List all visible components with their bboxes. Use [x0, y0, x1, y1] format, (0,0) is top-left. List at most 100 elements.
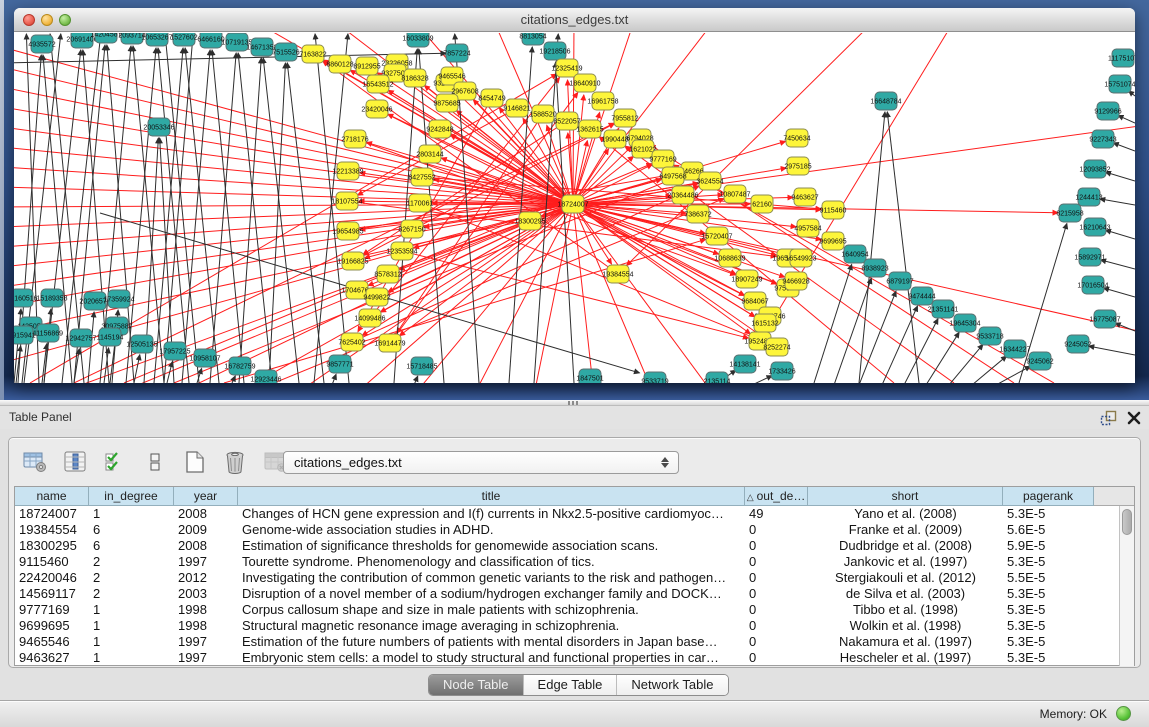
table-row[interactable]: 911546021997Tourette syndrome. Phenomeno… [15, 554, 1119, 570]
graph-edge [134, 355, 140, 383]
table-row[interactable]: 1456911722003Disruption of a novel membe… [15, 586, 1119, 602]
graph-node-label: 17359924 [103, 297, 134, 304]
tab-node-table[interactable]: Node Table [429, 675, 523, 695]
table-row[interactable]: 946362711997Embryonic stem cells: a mode… [15, 650, 1119, 666]
table-cell: Jankovic et al. (1997) [808, 554, 1003, 570]
graph-edge [972, 356, 1007, 383]
graph-edge [1089, 346, 1135, 355]
graph-node-label: 1640954 [841, 252, 868, 259]
graph-node-label: 16210643 [1079, 225, 1110, 232]
column-header-out_de[interactable]: △out_de… [745, 487, 808, 506]
close-panel-icon[interactable] [1126, 410, 1142, 426]
graph-edge [212, 50, 244, 383]
graph-node-label: 1990448 [601, 137, 628, 144]
graph-node-label: 4957584 [794, 226, 821, 233]
graph-node-label: 9684067 [741, 299, 768, 306]
splitter-handle-icon[interactable] [568, 401, 580, 405]
table-row[interactable]: 1938455462009Genome-wide association stu… [15, 522, 1119, 538]
graph-node-label: 12505135 [126, 342, 157, 349]
table-cell: 5.6E-5 [1003, 522, 1094, 538]
graph-node-label: 62160 [752, 202, 772, 209]
trash-icon[interactable] [222, 449, 248, 475]
graph-node-label: 8215958 [1056, 211, 1083, 218]
table-cell: Franke et al. (2009) [808, 522, 1003, 538]
column-header-pagerank[interactable]: pagerank [1003, 487, 1094, 506]
table-cell: Embryonic stem cells: a model to study s… [238, 650, 745, 666]
memory-status-indicator[interactable] [1116, 706, 1131, 721]
table-row[interactable]: 1872400712008Changes of HCN gene express… [15, 506, 1119, 522]
graph-node-label: 7625402 [338, 340, 365, 347]
graph-node-label: 19384554 [602, 272, 633, 279]
window-title-bar[interactable]: citations_edges.txt [14, 8, 1135, 32]
close-window-button[interactable] [23, 14, 35, 26]
scrollbar-thumb[interactable] [1122, 509, 1132, 535]
table-cell: 22420046 [15, 570, 89, 586]
column-header-in_degree[interactable]: in_degree [89, 487, 174, 506]
graph-node-label: 8267150 [398, 227, 425, 234]
graph-edge [814, 264, 852, 383]
table-cell: 2008 [174, 538, 238, 554]
graph-node-label: 16775087 [1089, 317, 1120, 324]
graph-edge [1100, 199, 1135, 205]
graph-edge [88, 312, 94, 383]
table-cell: 1 [89, 634, 174, 650]
memory-status-label: Memory: OK [1040, 707, 1107, 721]
tab-edge-table[interactable]: Edge Table [523, 675, 617, 695]
sort-ascending-icon: △ [747, 492, 754, 502]
graph-node-label: 8578312 [374, 272, 401, 279]
graph-node-label: 14099486 [354, 316, 385, 323]
graph-node-label: 16961758 [587, 99, 618, 106]
table-row[interactable]: 2242004622012Investigating the contribut… [15, 570, 1119, 586]
graph-node-label: 9146821 [503, 106, 530, 113]
table-panel-title: Table Panel [9, 410, 72, 424]
graph-node-label: 11156869 [33, 331, 63, 338]
network-graph-canvas[interactable]: 4935572206914061420458720937141065326715… [14, 33, 1135, 383]
table-row[interactable]: 969969511998Structural magnetic resonanc… [15, 618, 1119, 634]
column-narrow-icon[interactable] [142, 449, 168, 475]
graph-node-label: 9465546 [438, 74, 465, 81]
graph-node-label: 7386372 [684, 212, 711, 219]
table-cell: 5.3E-5 [1003, 586, 1094, 602]
select-columns-icon[interactable] [62, 449, 88, 475]
table-cell: 0 [745, 570, 808, 586]
table-cell: Genome-wide association studies in ADHD. [238, 522, 745, 538]
tab-network-table[interactable]: Network Table [616, 675, 727, 695]
table-settings-icon[interactable] [22, 449, 48, 475]
float-panel-icon[interactable] [1100, 410, 1118, 426]
new-file-icon[interactable] [182, 449, 208, 475]
window-title: citations_edges.txt [14, 8, 1135, 31]
table-cell: 5.3E-5 [1003, 618, 1094, 634]
table-cell: 9465546 [15, 634, 89, 650]
application-window: citations_edges.txt 49355722069140614204… [0, 0, 1149, 727]
attribute-checks-icon[interactable] [102, 449, 128, 475]
table-row[interactable]: 946554611997Estimation of the future num… [15, 634, 1119, 650]
left-edge-divider[interactable] [0, 0, 4, 400]
table-cell: 2 [89, 554, 174, 570]
network-graph[interactable]: 4935572206914061420458720937141065326715… [14, 33, 1135, 383]
minimize-window-button[interactable] [41, 14, 53, 26]
zoom-window-button[interactable] [59, 14, 71, 26]
graph-node-label: 19645304 [949, 321, 980, 328]
graph-node-label: 9227343 [1089, 137, 1116, 144]
table-select-combobox[interactable]: citations_edges.txt [283, 451, 679, 474]
graph-node-label: 12942757 [65, 336, 96, 343]
table-cell: Investigating the contribution of common… [238, 570, 745, 586]
table-row[interactable]: 1830029562008Estimation of significance … [15, 538, 1119, 554]
table-cell: 0 [745, 522, 808, 538]
graph-node-label: 7450634 [783, 136, 810, 143]
table-cell: 1997 [174, 634, 238, 650]
table-cell: Stergiakouli et al. (2012) [808, 570, 1003, 586]
table-cell: 9699695 [15, 618, 89, 634]
graph-node-label: 1145194 [97, 335, 124, 342]
column-header-title[interactable]: title [238, 487, 745, 506]
table-row[interactable]: 977716911998Corpus callosum shape and si… [15, 602, 1119, 618]
table-cell: 18300295 [15, 538, 89, 554]
column-header-year[interactable]: year [174, 487, 238, 506]
table-body: 1872400712008Changes of HCN gene express… [15, 506, 1119, 666]
column-header-short[interactable]: short [808, 487, 1003, 506]
graph-node-label: 8454749 [478, 96, 505, 103]
column-header-name[interactable]: name [15, 487, 89, 506]
vertical-scrollbar[interactable] [1119, 506, 1134, 666]
graph-edge [239, 58, 261, 383]
graph-node-label: 16543512 [362, 82, 393, 89]
